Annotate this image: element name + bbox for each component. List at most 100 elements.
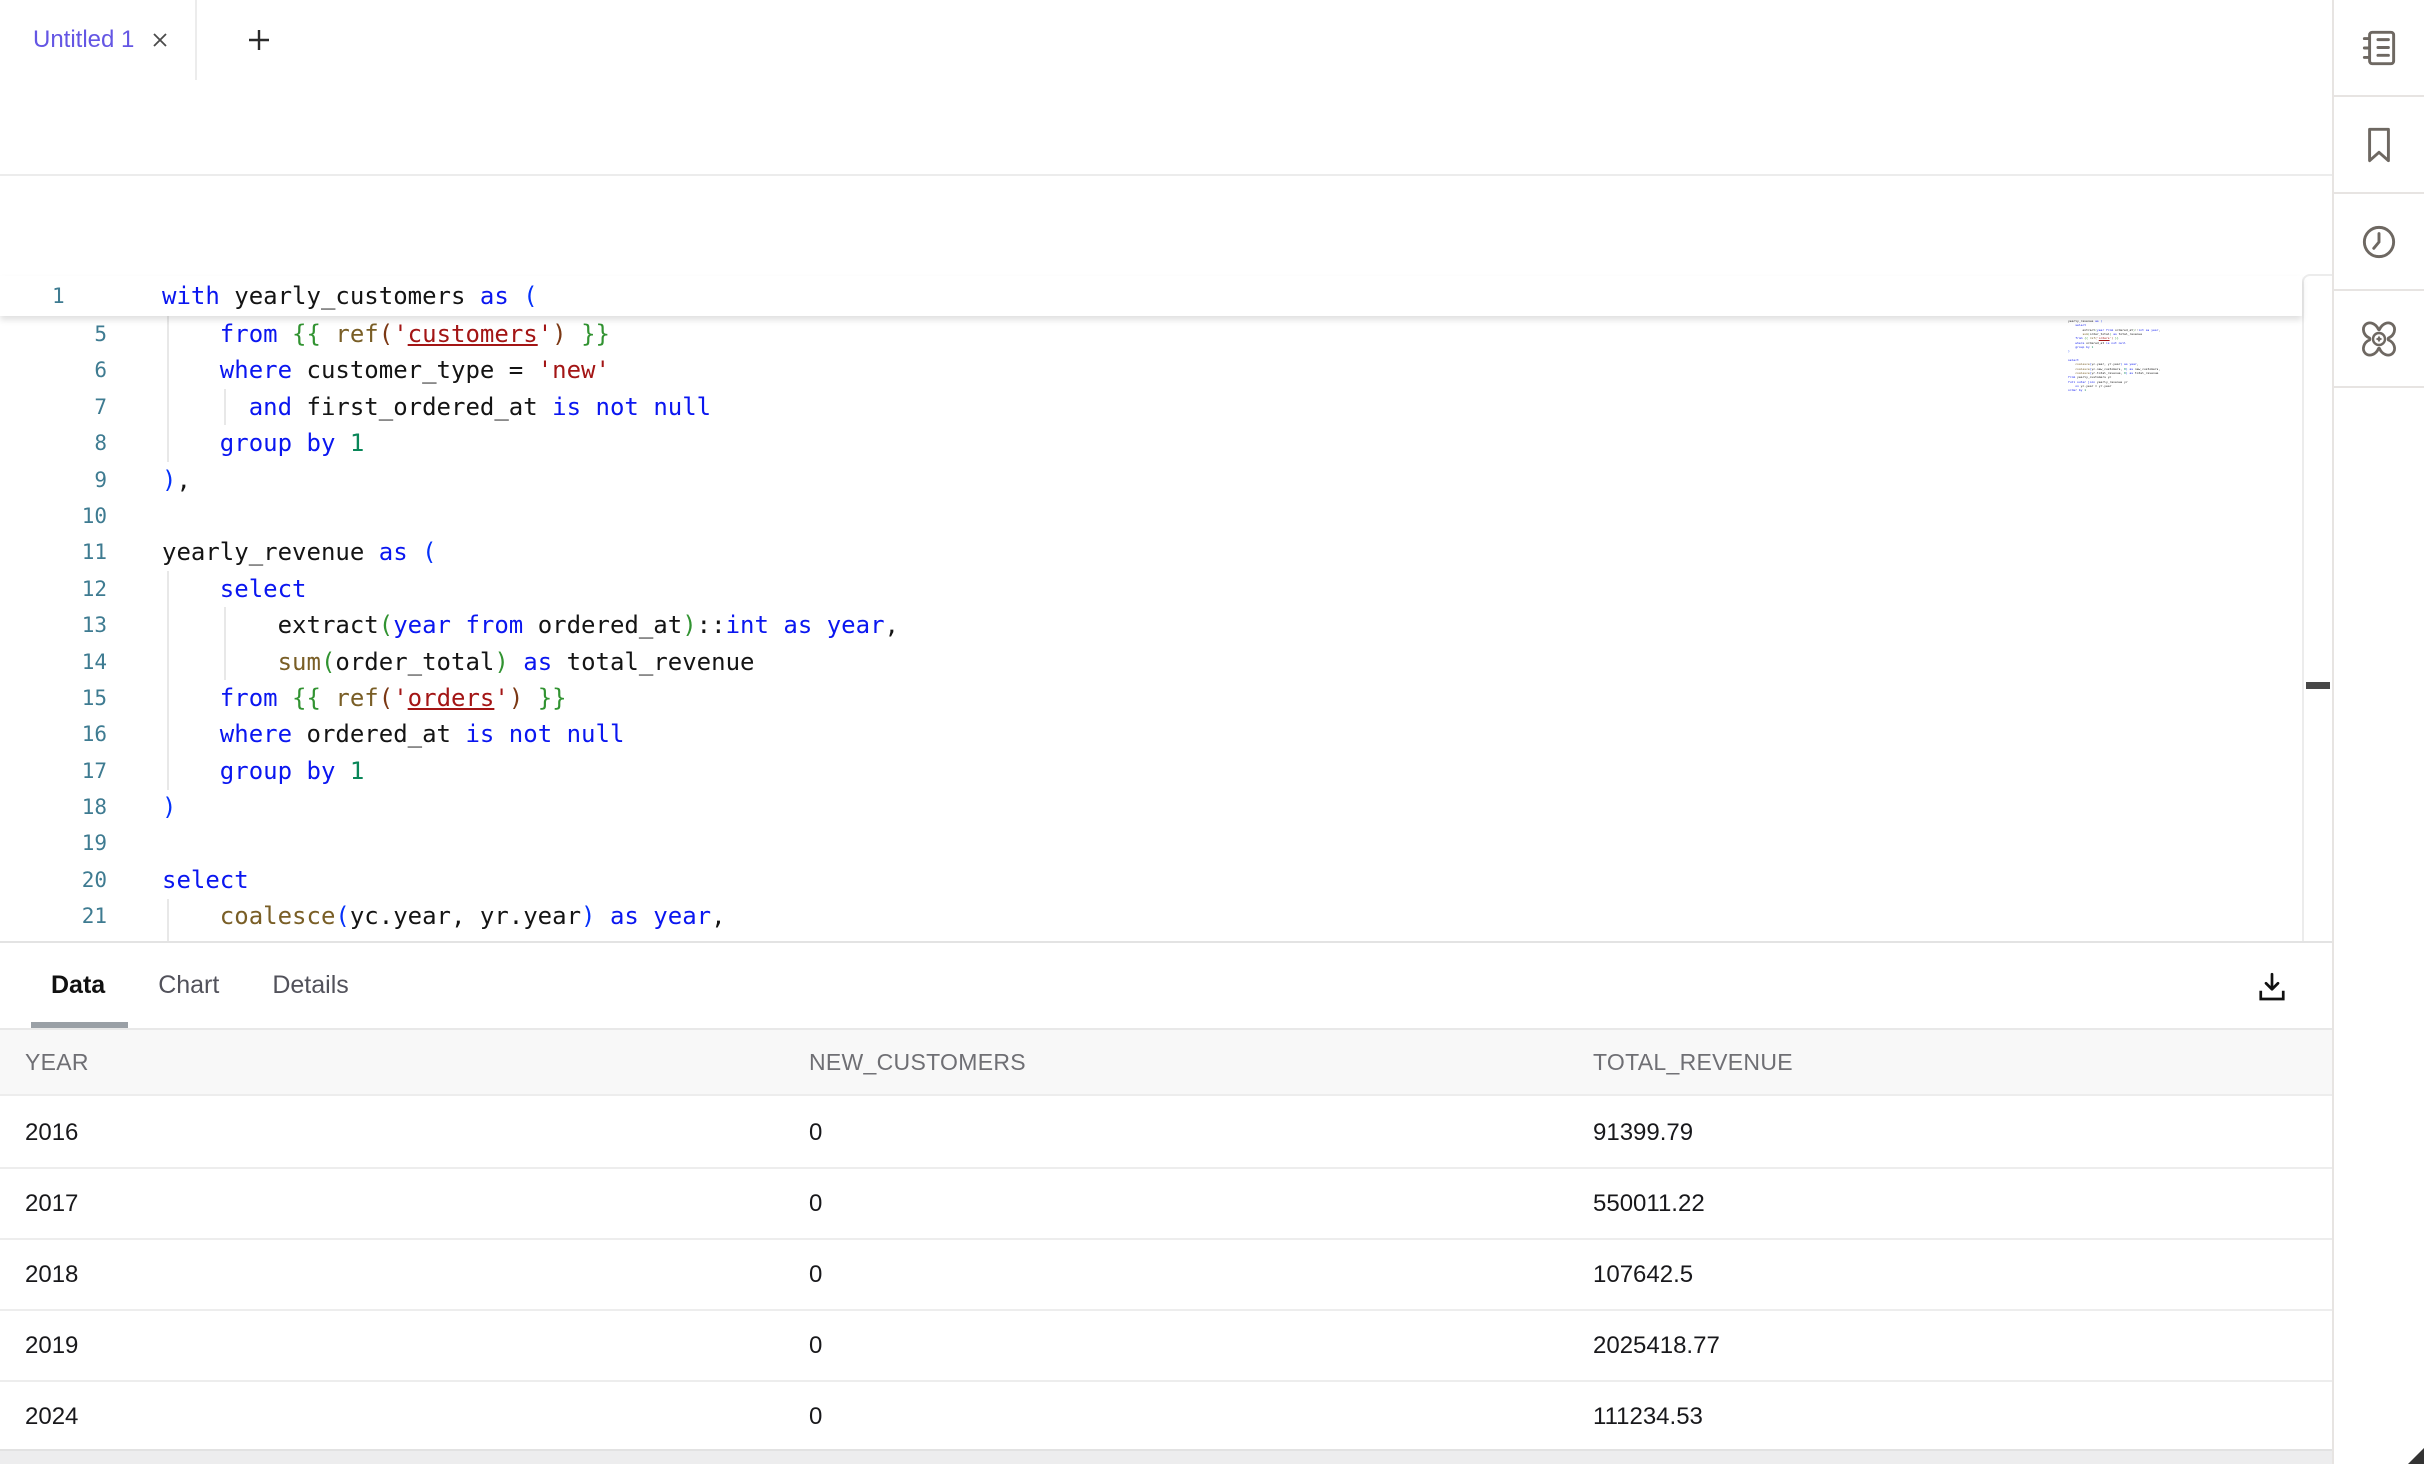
code-line-18[interactable]: 18) bbox=[0, 789, 2302, 825]
table-cell: 0 bbox=[809, 1332, 1593, 1360]
indent-guide bbox=[167, 316, 169, 462]
code-text: select bbox=[162, 862, 249, 898]
line-number: 8 bbox=[0, 425, 107, 461]
horizontal-scrollbar-track[interactable] bbox=[0, 1449, 2332, 1464]
code-text: select bbox=[162, 571, 307, 607]
code-text: where ordered_at is not null bbox=[162, 716, 624, 752]
line-number: 18 bbox=[0, 789, 107, 825]
results-panel: Data Chart Details YEARNEW_CUSTOMERSTOTAL_… bbox=[0, 941, 2332, 1464]
code-editor[interactable]: 5 from {{ ref('customers') }}6 where cus… bbox=[0, 176, 2332, 941]
history-panel-button[interactable] bbox=[2334, 194, 2424, 291]
table-cell: 2017 bbox=[25, 1190, 809, 1218]
table-row[interactable]: 20180107642.5 bbox=[0, 1240, 2332, 1311]
code-text: yearly_revenue as ( bbox=[162, 534, 437, 570]
table-body: 2016091399.7920170550011.2220180107642.5… bbox=[0, 1098, 2332, 1453]
column-header-year: YEAR bbox=[25, 1049, 809, 1076]
notebook-panel-button[interactable] bbox=[2334, 0, 2424, 97]
table-cell: 2018 bbox=[25, 1261, 809, 1289]
code-text: ), bbox=[162, 462, 191, 498]
line-number: 7 bbox=[0, 389, 107, 425]
table-cell: 0 bbox=[809, 1190, 1593, 1218]
indent-guide bbox=[167, 899, 169, 941]
code-line-20[interactable]: 20 select bbox=[0, 862, 2302, 898]
tab-data[interactable]: Data bbox=[51, 971, 105, 1000]
code-text: where customer_type = 'new' bbox=[162, 352, 610, 388]
table-cell: 2016 bbox=[25, 1119, 809, 1147]
code-line-14[interactable]: 14 sum(order_total) as total_revenue bbox=[0, 644, 2302, 680]
line-number: 10 bbox=[0, 498, 107, 534]
table-cell: 2025418.77 bbox=[1593, 1332, 2332, 1360]
code-text: ) bbox=[162, 789, 176, 825]
line-number: 9 bbox=[0, 462, 107, 498]
line-number: 20 bbox=[0, 862, 107, 898]
line-number: 17 bbox=[0, 753, 107, 789]
table-header-row: YEARNEW_CUSTOMERSTOTAL_REVENUE bbox=[0, 1030, 2332, 1096]
code-line-9[interactable]: 9), bbox=[0, 462, 2302, 498]
indent-guide bbox=[167, 571, 169, 790]
download-button[interactable] bbox=[2248, 963, 2296, 1011]
code-line-12[interactable]: 12 select bbox=[0, 571, 2302, 607]
code-text: from {{ ref('orders') }} bbox=[162, 680, 567, 716]
new-tab-button[interactable] bbox=[245, 26, 273, 54]
table-row[interactable]: 20240111234.53 bbox=[0, 1382, 2332, 1453]
table-cell: 0 bbox=[809, 1119, 1593, 1147]
table-cell: 107642.5 bbox=[1593, 1261, 2332, 1289]
code-text: group by 1 bbox=[162, 425, 364, 461]
code-line-17[interactable]: 17 group by 1 bbox=[0, 753, 2302, 789]
sticky-scroll-line[interactable]: 1 with yearly_customers as ( bbox=[0, 276, 2302, 316]
indent-guide bbox=[224, 607, 226, 680]
code-line-19[interactable]: 19 bbox=[0, 825, 2302, 861]
code-line-16[interactable]: 16 where ordered_at is not null bbox=[0, 716, 2302, 752]
line-number: 15 bbox=[0, 680, 107, 716]
table-cell: 2024 bbox=[25, 1403, 809, 1431]
table-row[interactable]: 201902025418.77 bbox=[0, 1311, 2332, 1382]
code-text: from {{ ref('customers') }} bbox=[162, 316, 610, 352]
code-line-11[interactable]: 11 yearly_revenue as ( bbox=[0, 534, 2302, 570]
indent-guide bbox=[224, 389, 226, 425]
column-header-new_customers: NEW_CUSTOMERS bbox=[809, 1049, 1593, 1076]
code-line-15[interactable]: 15 from {{ ref('orders') }} bbox=[0, 680, 2302, 716]
code-line-13[interactable]: 13 extract(year from ordered_at)::int as… bbox=[0, 607, 2302, 643]
editor-lines[interactable]: 5 from {{ ref('customers') }}6 where cus… bbox=[0, 316, 2302, 941]
resize-grip[interactable] bbox=[2408, 1448, 2424, 1464]
close-icon[interactable] bbox=[148, 28, 172, 52]
table-row[interactable]: 2016091399.79 bbox=[0, 1098, 2332, 1169]
table-row[interactable]: 20170550011.22 bbox=[0, 1169, 2332, 1240]
line-number: 12 bbox=[0, 571, 107, 607]
table-cell: 2019 bbox=[25, 1332, 809, 1360]
table-cell: 111234.53 bbox=[1593, 1403, 2332, 1431]
editor-scrollbar-track[interactable] bbox=[2302, 274, 2332, 941]
column-header-total_revenue: TOTAL_REVENUE bbox=[1593, 1049, 2332, 1076]
download-icon bbox=[2254, 969, 2290, 1005]
line-number: 16 bbox=[0, 716, 107, 752]
code-text: sum(order_total) as total_revenue bbox=[162, 644, 754, 680]
line-number: 13 bbox=[0, 607, 107, 643]
code-line-8[interactable]: 8 group by 1 bbox=[0, 425, 2302, 461]
sql-ide-window: Untitled 1 Develop bbox=[0, 0, 2424, 1464]
code-line-5[interactable]: 5 from {{ ref('customers') }} bbox=[0, 316, 2302, 352]
dbt-panel-button[interactable] bbox=[2334, 291, 2424, 388]
line-number: 14 bbox=[0, 644, 107, 680]
line-number: 11 bbox=[0, 534, 107, 570]
notebook-icon bbox=[2356, 25, 2402, 71]
tab-chart[interactable]: Chart bbox=[158, 971, 219, 1000]
tab-details[interactable]: Details bbox=[272, 971, 348, 1000]
results-tabs: Data Chart Details bbox=[51, 943, 349, 1028]
code-line-10[interactable]: 10 bbox=[0, 498, 2302, 534]
history-icon bbox=[2356, 219, 2402, 265]
code-line-7[interactable]: 7 and first_ordered_at is not null bbox=[0, 389, 2302, 425]
line-number: 21 bbox=[0, 898, 107, 934]
code-line-21[interactable]: 21 coalesce(yc.year, yr.year) as year, bbox=[0, 898, 2302, 934]
bookmarks-panel-button[interactable] bbox=[2334, 97, 2424, 194]
tab-untitled-1[interactable]: Untitled 1 bbox=[0, 0, 195, 80]
code-text: extract(year from ordered_at)::int as ye… bbox=[162, 607, 899, 643]
table-cell: 550011.22 bbox=[1593, 1190, 2332, 1218]
tab-bar: Untitled 1 bbox=[0, 0, 2332, 82]
code-text: coalesce(yc.year, yr.year) as year, bbox=[162, 898, 726, 934]
editor-scrollbar-thumb[interactable] bbox=[2306, 682, 2330, 689]
toolbar: Develop Run bbox=[0, 80, 2332, 176]
line-number: 6 bbox=[0, 352, 107, 388]
tab-title: Untitled 1 bbox=[33, 26, 134, 54]
code-line-6[interactable]: 6 where customer_type = 'new' bbox=[0, 352, 2302, 388]
line-number: 5 bbox=[0, 316, 107, 352]
